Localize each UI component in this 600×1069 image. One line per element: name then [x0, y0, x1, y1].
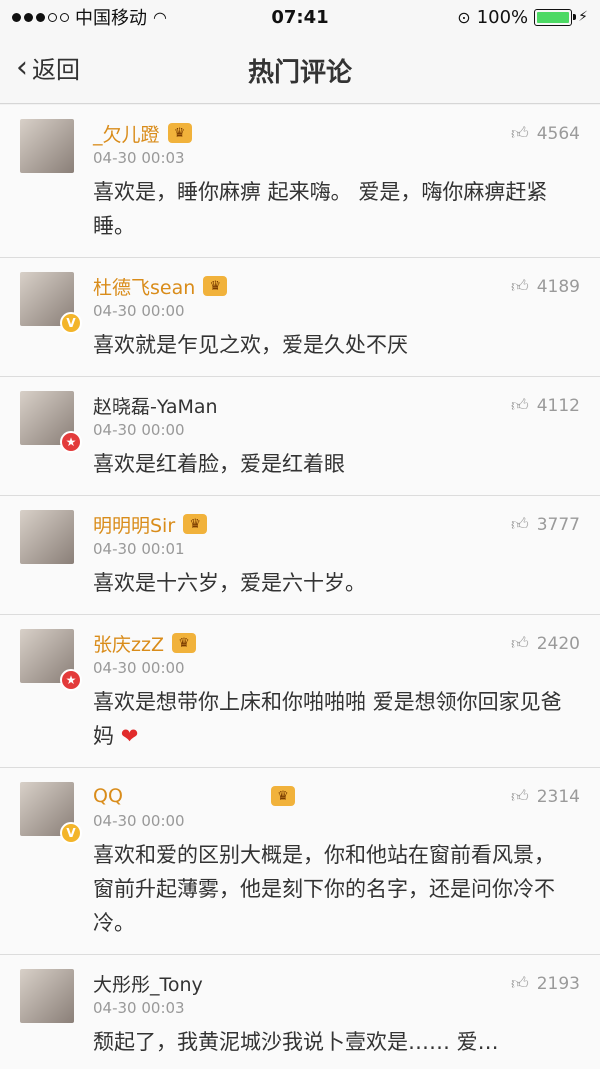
avatar[interactable] [20, 969, 74, 1023]
battery-percent: 100% [476, 6, 529, 28]
comment-author[interactable]: _欠儿蹬 [93, 120, 160, 147]
comment-item[interactable]: ★ 张庆zzZ ♛ 04-30 00:00 喜欢是想带你上床和你啪啪啪 爱是想领… [0, 615, 600, 768]
star-badge-icon: ★ [60, 669, 82, 691]
crown-icon: ♛ [203, 276, 228, 296]
comment-text: 喜欢是十六岁，爱是六十岁。 [93, 571, 366, 595]
thumbs-up-icon: 👍︎ [510, 787, 529, 807]
like-button[interactable]: 👍︎ 4189 [510, 276, 580, 298]
comment-author[interactable]: 杜德飞sean [93, 273, 195, 300]
comment-author[interactable]: 张庆zzZ [93, 630, 164, 657]
like-count: 2314 [536, 786, 580, 807]
comment-text: 喜欢和爱的区别大概是，你和他站在窗前看风景，窗前升起薄雾，他是刻下你的名字，还是… [93, 843, 555, 935]
like-count: 2420 [536, 633, 580, 654]
comment-author[interactable]: QQ [93, 785, 123, 807]
thumbs-up-icon: 👍︎ [510, 974, 529, 994]
page-title: 热门评论 [247, 58, 352, 88]
star-badge-icon: ★ [60, 431, 82, 453]
crown-icon: ♛ [167, 123, 192, 143]
like-count: 3777 [536, 514, 580, 535]
comment-item[interactable]: _欠儿蹬 ♛ 04-30 00:03 喜欢是，睡你麻痹 起来嗨。 爱是，嗨你麻痹… [0, 105, 600, 258]
wifi-icon: ◠ [153, 7, 167, 27]
comment-author[interactable]: 赵晓磊-YaMan [93, 392, 218, 419]
comment-time: 04-30 00:00 [93, 659, 185, 677]
carrier-label: 中国移动 [75, 8, 147, 29]
comment-author[interactable]: 大彤彤_Tony [93, 970, 203, 997]
comment-time: 04-30 00:00 [93, 302, 185, 320]
like-count: 2193 [536, 973, 580, 994]
verified-badge-icon: V [60, 822, 82, 844]
like-button[interactable]: 👍︎ 2420 [510, 633, 580, 655]
comment-time: 04-30 00:03 [93, 999, 185, 1017]
back-label: 返回 [32, 56, 80, 84]
like-button[interactable]: 👍︎ 4112 [510, 395, 580, 417]
comment-list: _欠儿蹬 ♛ 04-30 00:03 喜欢是，睡你麻痹 起来嗨。 爱是，嗨你麻痹… [0, 105, 600, 1069]
comment-text: 颓起了，我黄泥城沙我说卜壹欢是…… 爱… [93, 1030, 499, 1054]
like-count: 4564 [536, 123, 580, 144]
like-button[interactable]: 👍︎ 2314 [510, 786, 580, 808]
comment-item[interactable]: V QQ ♛ 04-30 00:00 喜欢和爱的区别大概是，你和他站在窗前看风景… [0, 768, 600, 955]
thumbs-up-icon: 👍︎ [510, 277, 529, 297]
comment-time: 04-30 00:00 [93, 812, 185, 830]
verified-badge-icon: V [60, 312, 82, 334]
comment-text: 喜欢是红着脸，爱是红着眼 [93, 452, 345, 476]
lock-rotation-icon: ⊙ [457, 7, 471, 27]
thumbs-up-icon: 👍︎ [510, 515, 529, 535]
thumbs-up-icon: 👍︎ [510, 634, 529, 654]
crown-icon: ♛ [270, 786, 295, 806]
thumbs-up-icon: 👍︎ [510, 124, 529, 144]
comment-item[interactable]: 大彤彤_Tony 04-30 00:03 颓起了，我黄泥城沙我说卜壹欢是…… 爱… [0, 955, 600, 1069]
carrier-group: 中国移动 ◠ [12, 4, 167, 30]
comment-time: 04-30 00:03 [93, 149, 185, 167]
comment-text: 喜欢是，睡你麻痹 起来嗨。 爱是，嗨你麻痹赶紧睡。 [93, 180, 548, 238]
navigation-bar: ‹ 返回 热门评论 [0, 34, 600, 104]
avatar[interactable]: ★ [20, 391, 82, 453]
signal-dots-icon [12, 12, 69, 22]
like-count: 4189 [536, 276, 580, 297]
avatar[interactable]: ★ [20, 629, 82, 691]
like-button[interactable]: 👍︎ 4564 [510, 123, 580, 145]
avatar[interactable] [20, 119, 74, 173]
comment-text: 喜欢是想带你上床和你啪啪啪 爱是想领你回家见爸妈 ❤ [93, 685, 580, 767]
avatar[interactable]: V [20, 782, 82, 844]
status-bar: 中国移动 ◠ 07:41 ⊙ 100% ⚡ [0, 0, 600, 34]
chevron-left-icon: ‹ [16, 49, 28, 85]
comment-text-body: 喜欢是想带你上床和你啪啪啪 爱是想领你回家见爸妈 [93, 690, 562, 748]
thumbs-up-icon: 👍︎ [510, 396, 529, 416]
comment-time: 04-30 00:00 [93, 421, 185, 439]
comment-item[interactable]: ★ 赵晓磊-YaMan 04-30 00:00 喜欢是红着脸，爱是红着眼 👍︎ … [0, 377, 600, 496]
comment-author[interactable]: 明明明Sir [93, 511, 175, 538]
comment-time: 04-30 00:01 [93, 540, 185, 558]
comment-text: 喜欢就是乍见之欢，爱是久处不厌 [93, 333, 408, 357]
comment-item[interactable]: V 杜德飞sean ♛ 04-30 00:00 喜欢就是乍见之欢，爱是久处不厌 … [0, 258, 600, 377]
battery-group: ⊙ 100% ⚡ [457, 7, 588, 28]
back-button[interactable]: ‹ 返回 [16, 50, 80, 85]
crown-icon: ♛ [171, 633, 196, 653]
avatar[interactable]: V [20, 272, 82, 334]
charging-icon: ⚡ [578, 9, 588, 25]
like-count: 4112 [536, 395, 580, 416]
avatar[interactable] [20, 510, 74, 564]
crown-icon: ♛ [183, 514, 208, 534]
battery-icon [534, 8, 577, 26]
heart-icon: ❤ [120, 724, 139, 748]
comment-item[interactable]: 明明明Sir ♛ 04-30 00:01 喜欢是十六岁，爱是六十岁。 👍︎ 37… [0, 496, 600, 615]
like-button[interactable]: 👍︎ 2193 [510, 973, 580, 995]
like-button[interactable]: 👍︎ 3777 [510, 514, 580, 536]
